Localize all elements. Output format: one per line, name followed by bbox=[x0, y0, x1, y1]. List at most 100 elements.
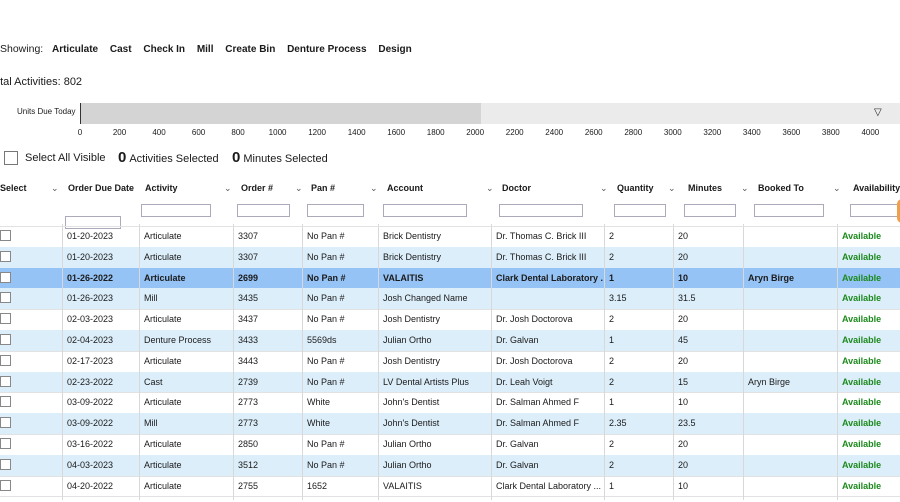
table-row[interactable]: 03-16-2022 Articulate 2850 No Pan # Julian O… bbox=[0, 434, 900, 455]
cell-quantity: 2 bbox=[609, 355, 615, 366]
column-filter-input-activity[interactable] bbox=[141, 204, 211, 217]
chevron-down-icon[interactable]: ⌄ bbox=[224, 178, 232, 198]
axis-tick-label: 800 bbox=[231, 128, 245, 137]
cell-booked-to bbox=[748, 413, 836, 434]
column-filter-input-minutes[interactable] bbox=[684, 204, 736, 217]
filter-check-in[interactable]: Check In bbox=[143, 44, 185, 55]
column-header-doctor[interactable]: Doctor bbox=[502, 178, 531, 198]
row-select-checkbox[interactable] bbox=[0, 458, 11, 470]
cell-booked-to bbox=[748, 392, 836, 413]
cell-doctor: Dr. Josh Doctorova bbox=[496, 314, 573, 325]
table-row[interactable]: 04-03-2023 Articulate 3512 No Pan # Julian O… bbox=[0, 454, 900, 476]
row-select-checkbox[interactable] bbox=[0, 354, 11, 366]
table-row[interactable]: 01-26-2022 Articulate 2699 No Pan # VALAITIS… bbox=[0, 267, 900, 289]
table-row[interactable]: 02-17-2023 Articulate 3443 No Pan # Josh Den… bbox=[0, 351, 900, 372]
chevron-down-icon[interactable]: ⌄ bbox=[127, 178, 135, 198]
table-row[interactable]: 01-26-2023 Mill 3435 No Pan # Josh Changed N… bbox=[0, 288, 900, 310]
table-row[interactable]: 02-23-2022 Cast 2739 No Pan # LV Dental Arti… bbox=[0, 371, 900, 393]
filter-funnel-icon[interactable]: ▽ bbox=[874, 107, 882, 118]
cell-order-due-date: 02-03-2023 bbox=[67, 314, 114, 325]
select-all-checkbox[interactable] bbox=[4, 151, 18, 165]
filter-create-bin[interactable]: Create Bin bbox=[225, 44, 275, 55]
row-select-checkbox[interactable] bbox=[0, 313, 11, 325]
filter-denture-process[interactable]: Denture Process bbox=[287, 44, 366, 55]
table-row[interactable]: 04-20-2022 Articulate 2755 1652 VALAITIS Clar… bbox=[0, 476, 900, 497]
cell-minutes: 10 bbox=[678, 272, 689, 283]
chevron-down-icon[interactable]: ⌄ bbox=[295, 178, 303, 198]
filter-cast[interactable]: Cast bbox=[110, 44, 132, 55]
row-select-checkbox[interactable] bbox=[0, 271, 11, 283]
column-header-select[interactable]: Select bbox=[0, 178, 27, 198]
cell-account: John's Dentist bbox=[383, 397, 440, 408]
cell-order-number: 2850 bbox=[238, 439, 259, 449]
table-row[interactable]: 02-04-2023 Denture Process 3433 5569ds Julia… bbox=[0, 330, 900, 351]
cell-order-due-date: 03-16-2022 bbox=[67, 439, 114, 449]
column-header-minutes[interactable]: Minutes bbox=[688, 178, 722, 198]
select-all-visible[interactable]: Select All Visible bbox=[4, 151, 106, 165]
cell-doctor: Dr. Galvan bbox=[496, 459, 539, 470]
cell-booked-to bbox=[748, 247, 836, 268]
column-header-booked-to[interactable]: Booked To bbox=[758, 178, 804, 198]
cell-pan-number: White bbox=[307, 418, 331, 429]
chevron-down-icon[interactable]: ⌄ bbox=[668, 178, 676, 198]
filter-mill[interactable]: Mill bbox=[197, 44, 214, 55]
cell-minutes: 20 bbox=[678, 251, 689, 262]
column-header-pan-number[interactable]: Pan # bbox=[311, 178, 335, 198]
chevron-down-icon[interactable]: ⌄ bbox=[833, 178, 841, 198]
column-filter-input-account[interactable] bbox=[383, 204, 467, 217]
units-due-label: Units Due Today bbox=[17, 107, 76, 116]
table-row[interactable]: 01-20-2023 Articulate 3307 No Pan # Brick De… bbox=[0, 226, 900, 247]
table-row[interactable]: 03-09-2022 Mill 2773 White John's Dentist Dr.… bbox=[0, 413, 900, 435]
cell-booked-to bbox=[748, 351, 836, 372]
cell-account: Josh Dentistry bbox=[383, 314, 441, 325]
cell-availability: Available bbox=[842, 355, 882, 366]
table-row[interactable]: 02-03-2023 Articulate 3437 No Pan # Josh Den… bbox=[0, 309, 900, 330]
cell-order-due-date: 01-26-2023 bbox=[67, 293, 114, 304]
column-header-quantity[interactable]: Quantity bbox=[617, 178, 654, 198]
cell-account: Julian Ortho bbox=[383, 459, 432, 470]
table-row[interactable]: 03-09-2022 Articulate 2773 White John's Dent… bbox=[0, 392, 900, 413]
column-filter-input-booked-to[interactable] bbox=[754, 204, 824, 217]
row-select-checkbox[interactable] bbox=[0, 334, 11, 345]
axis-tick-label: 3800 bbox=[821, 128, 840, 137]
cell-availability: Available bbox=[842, 397, 882, 408]
table-row[interactable]: 01-20-2023 Articulate 3307 No Pan # Brick De… bbox=[0, 246, 900, 268]
column-filter-input-quantity[interactable] bbox=[614, 204, 666, 217]
column-header-order-due-date[interactable]: Order Due Date bbox=[68, 178, 134, 198]
column-header-account[interactable]: Account bbox=[387, 178, 423, 198]
filter-design[interactable]: Design bbox=[378, 44, 411, 55]
chevron-down-icon[interactable]: ⌄ bbox=[600, 178, 608, 198]
cell-activity: Denture Process bbox=[144, 335, 212, 345]
cell-account: Josh Changed Name bbox=[383, 293, 468, 304]
row-select-checkbox[interactable] bbox=[0, 479, 11, 491]
chevron-down-icon[interactable]: ⌄ bbox=[51, 178, 59, 198]
cell-pan-number: No Pan # bbox=[307, 376, 345, 387]
chevron-down-icon[interactable]: ⌄ bbox=[370, 178, 378, 198]
column-filter-input-availability[interactable] bbox=[850, 204, 900, 217]
column-filter-input-pan-number[interactable] bbox=[307, 204, 364, 217]
cell-booked-to bbox=[748, 330, 836, 351]
column-header-availability[interactable]: Availability bbox=[853, 178, 900, 198]
column-filter-input-order-number[interactable] bbox=[237, 204, 290, 217]
cell-pan-number: No Pan # bbox=[307, 439, 345, 449]
chevron-down-icon[interactable]: ⌄ bbox=[486, 178, 494, 198]
units-due-axis-line bbox=[80, 103, 81, 124]
column-header-order-number[interactable]: Order # bbox=[241, 178, 273, 198]
cell-activity: Articulate bbox=[144, 480, 182, 491]
row-select-checkbox[interactable] bbox=[0, 438, 11, 449]
row-select-checkbox[interactable] bbox=[0, 396, 11, 408]
row-select-checkbox[interactable] bbox=[0, 417, 11, 429]
row-select-checkbox[interactable] bbox=[0, 292, 11, 304]
axis-tick-label: 1600 bbox=[387, 128, 406, 137]
column-filter-input-doctor[interactable] bbox=[499, 204, 583, 217]
chevron-down-icon[interactable]: ⌄ bbox=[741, 178, 749, 198]
row-select-checkbox[interactable] bbox=[0, 250, 11, 262]
row-select-checkbox[interactable] bbox=[0, 230, 11, 241]
column-divider bbox=[743, 224, 744, 501]
column-divider bbox=[139, 224, 140, 501]
row-select-checkbox[interactable] bbox=[0, 375, 11, 387]
filter-articulate[interactable]: Articulate bbox=[52, 44, 98, 55]
cell-quantity: 2 bbox=[609, 251, 615, 262]
column-header-activity[interactable]: Activity bbox=[145, 178, 178, 198]
column-divider bbox=[491, 224, 492, 501]
